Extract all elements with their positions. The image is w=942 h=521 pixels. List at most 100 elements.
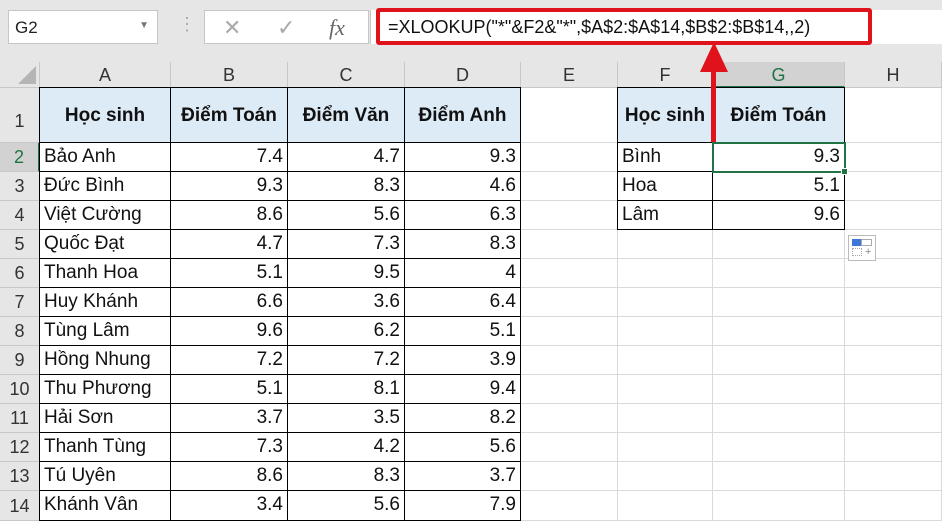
cell[interactable] — [618, 230, 713, 259]
row-header-13[interactable]: 13 — [0, 462, 40, 491]
data-cell[interactable]: 8.6 — [170, 200, 288, 230]
cell[interactable] — [845, 288, 942, 317]
data-cell[interactable]: 5.1 — [712, 171, 845, 201]
data-cell[interactable]: 9.4 — [404, 374, 521, 404]
data-cell[interactable]: 8.2 — [404, 403, 521, 433]
data-cell[interactable]: 9.6 — [170, 316, 288, 346]
cell[interactable] — [618, 462, 713, 491]
column-header-B[interactable]: B — [171, 62, 288, 88]
row-header-14[interactable]: 14 — [0, 491, 40, 521]
row-header-10[interactable]: 10 — [0, 375, 40, 404]
cell[interactable] — [845, 317, 942, 346]
quick-analysis-icon[interactable]: + — [848, 235, 876, 261]
cell[interactable] — [521, 491, 618, 521]
row-header-4[interactable]: 4 — [0, 201, 40, 230]
cell[interactable] — [713, 259, 845, 288]
name-box[interactable]: G2 ▼ — [8, 10, 158, 44]
data-cell[interactable]: 7.3 — [170, 432, 288, 462]
data-cell[interactable]: 4.7 — [170, 229, 288, 259]
cell[interactable] — [618, 288, 713, 317]
data-cell[interactable]: Lâm — [617, 200, 713, 230]
cell[interactable] — [521, 201, 618, 230]
cell[interactable] — [845, 433, 942, 462]
data-cell[interactable]: 3.7 — [170, 403, 288, 433]
column-header-H[interactable]: H — [845, 62, 942, 88]
header-cell[interactable]: Điểm Toán — [712, 87, 845, 143]
data-cell[interactable]: 7.3 — [287, 229, 405, 259]
cancel-icon[interactable]: ✕ — [223, 15, 241, 41]
cell[interactable] — [521, 172, 618, 201]
row-header-9[interactable]: 9 — [0, 346, 40, 375]
cell[interactable] — [845, 201, 942, 230]
cell[interactable] — [713, 375, 845, 404]
cell[interactable] — [845, 143, 942, 172]
data-cell[interactable]: 5.6 — [287, 200, 405, 230]
drag-handle-icon[interactable]: ⋮ — [178, 14, 196, 35]
data-cell[interactable]: 9.3 — [404, 142, 521, 172]
column-header-A[interactable]: A — [40, 62, 171, 88]
data-cell[interactable]: Bảo Anh — [39, 142, 171, 172]
row-header-6[interactable]: 6 — [0, 259, 40, 288]
cell[interactable] — [713, 433, 845, 462]
column-header-C[interactable]: C — [288, 62, 405, 88]
chevron-down-icon[interactable]: ▼ — [139, 20, 149, 31]
cell[interactable] — [618, 433, 713, 462]
fill-handle[interactable] — [841, 168, 848, 175]
cell[interactable] — [618, 259, 713, 288]
cell[interactable] — [618, 491, 713, 521]
data-cell[interactable]: 3.6 — [287, 287, 405, 317]
enter-icon[interactable]: ✓ — [277, 15, 295, 41]
header-cell[interactable]: Điểm Văn — [287, 87, 405, 143]
data-cell[interactable]: Tùng Lâm — [39, 316, 171, 346]
row-header-2[interactable]: 2 — [0, 143, 40, 172]
data-cell[interactable]: 5.6 — [287, 490, 405, 521]
data-cell[interactable]: 8.3 — [404, 229, 521, 259]
data-cell[interactable]: 8.6 — [170, 461, 288, 491]
header-cell[interactable]: Điểm Toán — [170, 87, 288, 143]
data-cell[interactable]: Hoa — [617, 171, 713, 201]
row-header-11[interactable]: 11 — [0, 404, 40, 433]
cell[interactable] — [713, 462, 845, 491]
row-header-12[interactable]: 12 — [0, 433, 40, 462]
data-cell[interactable]: 4 — [404, 258, 521, 288]
cell[interactable] — [845, 491, 942, 521]
row-header-8[interactable]: 8 — [0, 317, 40, 346]
data-cell[interactable]: Khánh Vân — [39, 490, 171, 521]
data-cell[interactable]: 6.4 — [404, 287, 521, 317]
column-header-D[interactable]: D — [405, 62, 521, 88]
cell[interactable] — [618, 404, 713, 433]
cell[interactable] — [521, 288, 618, 317]
data-cell[interactable]: Thu Phương — [39, 374, 171, 404]
cell[interactable] — [521, 259, 618, 288]
data-cell[interactable]: 7.9 — [404, 490, 521, 521]
cell[interactable] — [618, 346, 713, 375]
data-cell[interactable]: 9.5 — [287, 258, 405, 288]
data-cell[interactable]: 6.6 — [170, 287, 288, 317]
data-cell[interactable]: 3.5 — [287, 403, 405, 433]
data-cell[interactable]: Thanh Hoa — [39, 258, 171, 288]
row-header-3[interactable]: 3 — [0, 172, 40, 201]
cell[interactable] — [618, 317, 713, 346]
cell[interactable] — [713, 404, 845, 433]
cell[interactable] — [713, 288, 845, 317]
data-cell[interactable]: 4.7 — [287, 142, 405, 172]
cell[interactable] — [845, 346, 942, 375]
column-header-G[interactable]: G — [713, 62, 845, 88]
data-cell[interactable]: 4.6 — [404, 171, 521, 201]
data-cell[interactable]: 3.9 — [404, 345, 521, 375]
cell[interactable] — [845, 259, 942, 288]
data-cell[interactable]: 8.3 — [287, 461, 405, 491]
data-cell[interactable]: 8.1 — [287, 374, 405, 404]
data-cell[interactable]: 9.6 — [712, 200, 845, 230]
data-cell[interactable]: 5.1 — [170, 258, 288, 288]
row-header-1[interactable]: 1 — [0, 88, 40, 143]
data-cell[interactable]: 7.4 — [170, 142, 288, 172]
cell[interactable] — [845, 88, 942, 143]
row-header-5[interactable]: 5 — [0, 230, 40, 259]
cell[interactable] — [521, 230, 618, 259]
data-cell[interactable]: 3.4 — [170, 490, 288, 521]
data-cell[interactable]: 7.2 — [170, 345, 288, 375]
cell[interactable] — [845, 404, 942, 433]
cell[interactable] — [521, 375, 618, 404]
column-header-E[interactable]: E — [521, 62, 618, 88]
